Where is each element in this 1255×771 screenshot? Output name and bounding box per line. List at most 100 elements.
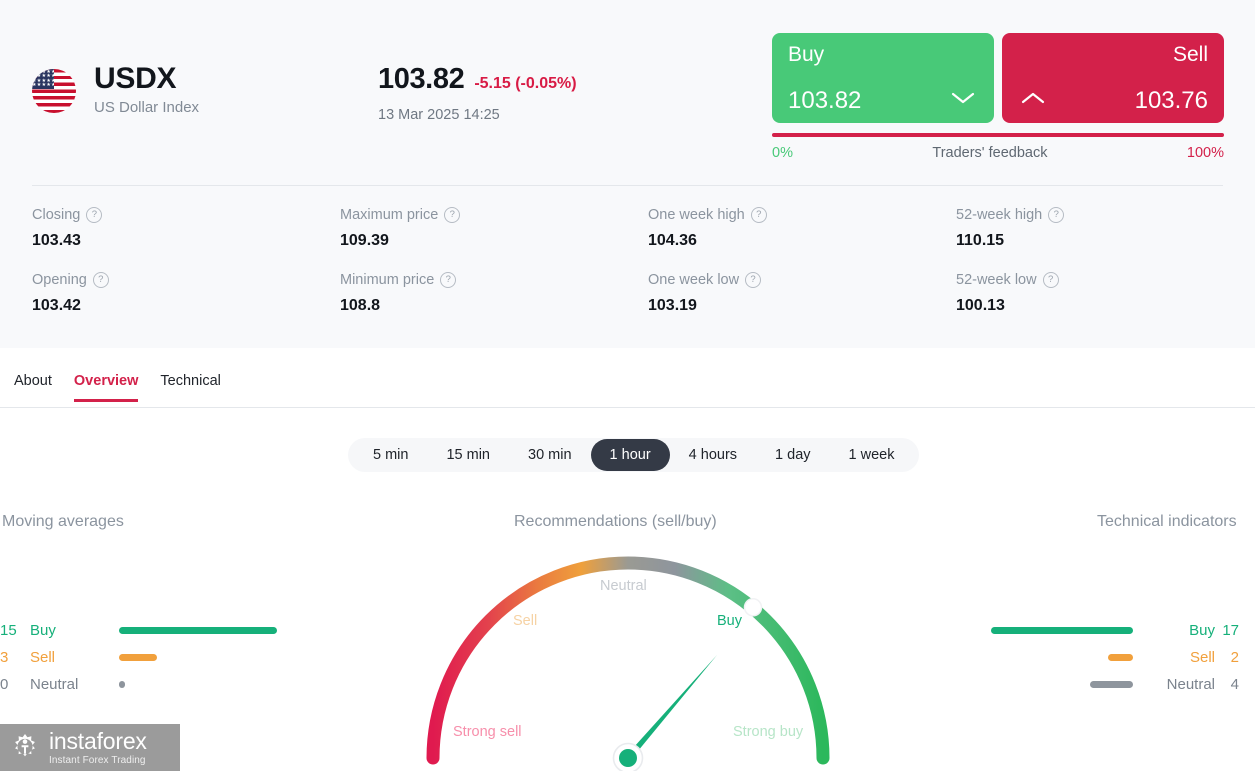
stat-cell: Minimum price? 108.8 [340,270,648,335]
gauge-label-strong-buy: Strong buy [733,724,804,740]
list-item: Neutral 4 [965,676,1239,693]
stat-cell: One week low? 103.19 [648,270,956,335]
panel-divider [32,185,1223,186]
us-flag-icon: ★★★★★★★★★★★★★★★★★★★★★★ [32,68,76,113]
ti-sell-label: Sell [1189,649,1215,666]
instrument-header: ★★★★★★★★★★★★★★★★★★★★★★ USDX US Dollar In… [32,62,199,119]
stats-grid: Closing? 103.43 Maximum price? 109.39 On… [32,205,1227,335]
question-mark-icon[interactable]: ? [92,272,109,288]
question-mark-icon[interactable]: ? [1048,207,1065,223]
stat-label: One week high [648,207,745,223]
buy-button-label: Buy [788,43,825,66]
timeframe-1-hour[interactable]: 1 hour [590,439,670,471]
gauge-label-sell: Sell [513,613,538,629]
recommendations-title: Recommendations (sell/buy) [514,513,717,530]
stat-cell: Opening? 103.42 [32,270,340,335]
ma-buy-count: 15 [0,622,17,639]
traders-feedback-bar [772,133,1224,137]
buy-button[interactable]: Buy 103.82 [772,33,994,123]
list-item: 3 Sell [0,649,287,666]
ti-buy-count: 17 [1222,622,1239,639]
feedback-buy-percent: 0% [772,145,793,161]
question-mark-icon[interactable]: ? [440,272,457,288]
timeframe-1-week[interactable]: 1 week [830,439,914,471]
stat-label: 52-week high [956,207,1043,223]
ti-sell-count: 2 [1230,649,1239,666]
ti-sell-bar [1108,654,1133,661]
ma-neutral-bar [119,681,125,688]
stat-cell: 52-week low? 100.13 [956,270,1255,335]
timeframe-1-day[interactable]: 1 day [756,439,829,471]
sell-button[interactable]: Sell 103.76 [1002,33,1224,123]
tab-about[interactable]: About [14,373,52,402]
instrument-ticker: USDX [94,62,177,95]
chevron-up-icon [1021,92,1045,104]
stat-label: Opening [32,272,87,288]
gauge-label-strong-sell: Strong sell [453,724,522,740]
question-mark-icon[interactable]: ? [86,207,103,223]
question-mark-icon[interactable]: ? [750,207,767,223]
stat-value: 110.15 [956,232,1005,249]
trade-box: Buy 103.82 Sell 103.76 0% Traders' feedb… [772,33,1224,161]
ma-sell-bar [119,654,157,661]
instrument-overview-page: ★★★★★★★★★★★★★★★★★★★★★★ USDX US Dollar In… [0,0,1255,771]
logo-tagline: Instant Forex Trading [49,754,146,766]
tab-technical[interactable]: Technical [160,373,220,402]
gauge-marker-dot [743,598,763,617]
ma-sell-count: 3 [0,649,9,666]
gauge-hub [619,749,637,767]
feedback-sell-percent: 100% [1186,145,1224,161]
stat-label: One week low [648,272,740,288]
feedback-title: Traders' feedback [932,145,1048,161]
list-item: 0 Neutral [0,676,287,693]
question-mark-icon[interactable]: ? [1042,272,1059,288]
stat-value: 103.42 [32,297,81,314]
stat-value: 103.19 [648,297,697,314]
traders-feedback-labels: 0% Traders' feedback 100% [772,145,1224,161]
stat-value: 104.36 [648,232,697,249]
tab-bar: About Overview Technical [0,373,1255,408]
question-mark-icon[interactable]: ? [745,272,762,288]
list-item: 15 Buy [0,622,287,639]
stat-value: 108.8 [340,297,381,314]
technical-indicators-list: Buy 17 Sell 2 Neutral 4 [965,622,1239,693]
stat-value: 103.43 [32,232,81,249]
ma-neutral-count: 0 [0,676,9,693]
list-item: Sell 2 [965,649,1239,666]
stat-cell: One week high? 104.36 [648,205,956,270]
logo-name: instaforex [49,727,147,754]
instaforex-gear-icon [15,733,35,756]
stat-value: 100.13 [956,297,1005,314]
stat-label: Maximum price [340,207,439,223]
ma-buy-label: Buy [30,622,56,639]
moving-averages-title: Moving averages [2,513,124,530]
ma-sell-label: Sell [30,649,56,666]
price-change: -5.15 (-0.05%) [474,75,577,92]
ti-buy-label: Buy [1189,622,1215,639]
ma-neutral-label: Neutral [30,676,79,693]
stat-cell: 52-week high? 110.15 [956,205,1255,270]
stat-label: 52-week low [956,272,1037,288]
timeframe-30-min[interactable]: 30 min [509,439,591,471]
question-mark-icon[interactable]: ? [444,207,461,223]
tab-overview[interactable]: Overview [73,373,139,402]
stat-cell: Closing? 103.43 [32,205,340,270]
timeframe-15-min[interactable]: 15 min [427,439,509,471]
sell-button-price: 103.76 [1134,87,1208,114]
stat-label: Minimum price [340,272,435,288]
instaforex-logo: instaforex Instant Forex Trading [0,724,180,771]
technical-indicators-title: Technical indicators [1097,513,1237,530]
list-item: Buy 17 [965,622,1239,639]
stat-label: Closing [32,207,81,223]
quote-panel: ★★★★★★★★★★★★★★★★★★★★★★ USDX US Dollar In… [0,0,1255,348]
ti-neutral-count: 4 [1230,676,1239,693]
ti-neutral-bar [1090,681,1133,688]
price-block: 103.82 -5.15 (-0.05%) 13 Mar 2025 14:25 [378,63,577,123]
last-price: 103.82 [378,63,465,95]
sell-button-label: Sell [1172,43,1208,66]
stat-cell: Maximum price? 109.39 [340,205,648,270]
timeframe-4-hours[interactable]: 4 hours [670,439,756,471]
chevron-down-icon [951,92,975,104]
quote-timestamp: 13 Mar 2025 14:25 [378,107,500,123]
timeframe-5-min[interactable]: 5 min [354,439,427,471]
